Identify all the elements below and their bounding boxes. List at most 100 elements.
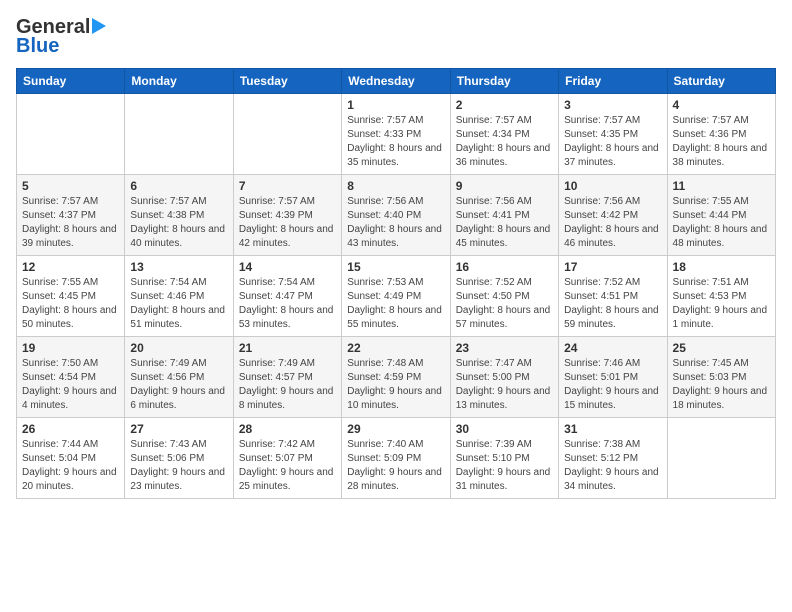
day-number: 27 [130,422,227,436]
day-number: 30 [456,422,553,436]
calendar-week-row: 19 Sunrise: 7:50 AM Sunset: 4:54 PM Dayli… [17,337,776,418]
header-saturday: Saturday [667,69,775,94]
calendar-cell: 20 Sunrise: 7:49 AM Sunset: 4:56 PM Dayli… [125,337,233,418]
day-info: Sunrise: 7:45 AM Sunset: 5:03 PM Dayligh… [673,357,770,413]
day-number: 7 [239,179,336,193]
day-info: Sunrise: 7:40 AM Sunset: 5:09 PM Dayligh… [347,438,444,494]
calendar-cell: 3 Sunrise: 7:57 AM Sunset: 4:35 PM Daylig… [559,94,667,175]
day-number: 17 [564,260,661,274]
header-sunday: Sunday [17,69,125,94]
calendar-cell: 22 Sunrise: 7:48 AM Sunset: 4:59 PM Dayli… [342,337,450,418]
day-info: Sunrise: 7:51 AM Sunset: 4:53 PM Dayligh… [673,276,770,332]
calendar-cell: 5 Sunrise: 7:57 AM Sunset: 4:37 PM Daylig… [17,175,125,256]
logo-blue: Blue [16,35,59,58]
calendar-cell: 4 Sunrise: 7:57 AM Sunset: 4:36 PM Daylig… [667,94,775,175]
calendar-cell [667,418,775,499]
day-info: Sunrise: 7:47 AM Sunset: 5:00 PM Dayligh… [456,357,553,413]
day-info: Sunrise: 7:57 AM Sunset: 4:33 PM Dayligh… [347,114,444,170]
day-info: Sunrise: 7:39 AM Sunset: 5:10 PM Dayligh… [456,438,553,494]
calendar-cell: 17 Sunrise: 7:52 AM Sunset: 4:51 PM Dayli… [559,256,667,337]
day-number: 15 [347,260,444,274]
day-number: 9 [456,179,553,193]
calendar-cell: 16Sunrise: 7:52 AM Sunset: 4:50 PM Dayli… [450,256,558,337]
calendar-week-row: 1 Sunrise: 7:57 AM Sunset: 4:33 PM Daylig… [17,94,776,175]
calendar-cell: 11 Sunrise: 7:55 AM Sunset: 4:44 PM Dayli… [667,175,775,256]
day-number: 19 [22,341,119,355]
day-number: 6 [130,179,227,193]
calendar-cell: 7 Sunrise: 7:57 AM Sunset: 4:39 PM Daylig… [233,175,341,256]
calendar-cell: 31 Sunrise: 7:38 AM Sunset: 5:12 PM Dayli… [559,418,667,499]
header-tuesday: Tuesday [233,69,341,94]
calendar-cell: 12 Sunrise: 7:55 AM Sunset: 4:45 PM Dayli… [17,256,125,337]
day-info: Sunrise: 7:50 AM Sunset: 4:54 PM Dayligh… [22,357,119,413]
day-number: 22 [347,341,444,355]
day-info: Sunrise: 7:54 AM Sunset: 4:46 PM Dayligh… [130,276,227,332]
day-info: Sunrise: 7:57 AM Sunset: 4:37 PM Dayligh… [22,195,119,251]
day-number: 29 [347,422,444,436]
day-info: Sunrise: 7:56 AM Sunset: 4:41 PM Dayligh… [456,195,553,251]
day-info: Sunrise: 7:55 AM Sunset: 4:44 PM Dayligh… [673,195,770,251]
day-info: Sunrise: 7:49 AM Sunset: 4:57 PM Dayligh… [239,357,336,413]
day-info: Sunrise: 7:57 AM Sunset: 4:35 PM Dayligh… [564,114,661,170]
calendar-cell: 30 Sunrise: 7:39 AM Sunset: 5:10 PM Dayli… [450,418,558,499]
day-info: Sunrise: 7:57 AM Sunset: 4:36 PM Dayligh… [673,114,770,170]
day-number: 2 [456,98,553,112]
calendar-cell: 29 Sunrise: 7:40 AM Sunset: 5:09 PM Dayli… [342,418,450,499]
day-number: 1 [347,98,444,112]
day-number: 5 [22,179,119,193]
day-number: 12 [22,260,119,274]
day-number: 20 [130,341,227,355]
day-info: Sunrise: 7:43 AM Sunset: 5:06 PM Dayligh… [130,438,227,494]
day-info: Sunrise: 7:42 AM Sunset: 5:07 PM Dayligh… [239,438,336,494]
page-header: General Blue [16,16,776,58]
day-info: Sunrise: 7:55 AM Sunset: 4:45 PM Dayligh… [22,276,119,332]
calendar-cell: 2Sunrise: 7:57 AM Sunset: 4:34 PM Daylig… [450,94,558,175]
day-number: 3 [564,98,661,112]
day-number: 14 [239,260,336,274]
calendar-cell: 19 Sunrise: 7:50 AM Sunset: 4:54 PM Dayli… [17,337,125,418]
calendar-cell: 27 Sunrise: 7:43 AM Sunset: 5:06 PM Dayli… [125,418,233,499]
day-number: 31 [564,422,661,436]
day-number: 18 [673,260,770,274]
calendar-cell: 6Sunrise: 7:57 AM Sunset: 4:38 PM Daylig… [125,175,233,256]
day-info: Sunrise: 7:49 AM Sunset: 4:56 PM Dayligh… [130,357,227,413]
calendar-cell: 28 Sunrise: 7:42 AM Sunset: 5:07 PM Dayli… [233,418,341,499]
calendar-cell: 1 Sunrise: 7:57 AM Sunset: 4:33 PM Daylig… [342,94,450,175]
day-info: Sunrise: 7:48 AM Sunset: 4:59 PM Dayligh… [347,357,444,413]
calendar-cell [17,94,125,175]
calendar-cell: 9 Sunrise: 7:56 AM Sunset: 4:41 PM Daylig… [450,175,558,256]
logo-arrow-icon [92,18,106,34]
calendar-cell: 26Sunrise: 7:44 AM Sunset: 5:04 PM Dayli… [17,418,125,499]
day-number: 21 [239,341,336,355]
day-number: 25 [673,341,770,355]
day-info: Sunrise: 7:54 AM Sunset: 4:47 PM Dayligh… [239,276,336,332]
header-friday: Friday [559,69,667,94]
day-number: 4 [673,98,770,112]
day-number: 28 [239,422,336,436]
day-info: Sunrise: 7:52 AM Sunset: 4:51 PM Dayligh… [564,276,661,332]
calendar-cell: 15 Sunrise: 7:53 AM Sunset: 4:49 PM Dayli… [342,256,450,337]
header-thursday: Thursday [450,69,558,94]
calendar-cell: 10Sunrise: 7:56 AM Sunset: 4:42 PM Dayli… [559,175,667,256]
day-info: Sunrise: 7:38 AM Sunset: 5:12 PM Dayligh… [564,438,661,494]
calendar-header-row: SundayMondayTuesdayWednesdayThursdayFrid… [17,69,776,94]
calendar-cell: 14 Sunrise: 7:54 AM Sunset: 4:47 PM Dayli… [233,256,341,337]
day-number: 11 [673,179,770,193]
calendar-cell: 25 Sunrise: 7:45 AM Sunset: 5:03 PM Dayli… [667,337,775,418]
day-number: 13 [130,260,227,274]
logo: General Blue [16,16,106,58]
day-info: Sunrise: 7:53 AM Sunset: 4:49 PM Dayligh… [347,276,444,332]
calendar-cell: 24 Sunrise: 7:46 AM Sunset: 5:01 PM Dayli… [559,337,667,418]
calendar-cell [125,94,233,175]
header-wednesday: Wednesday [342,69,450,94]
day-number: 8 [347,179,444,193]
calendar-week-row: 26Sunrise: 7:44 AM Sunset: 5:04 PM Dayli… [17,418,776,499]
day-info: Sunrise: 7:57 AM Sunset: 4:39 PM Dayligh… [239,195,336,251]
day-info: Sunrise: 7:46 AM Sunset: 5:01 PM Dayligh… [564,357,661,413]
calendar-cell: 8 Sunrise: 7:56 AM Sunset: 4:40 PM Daylig… [342,175,450,256]
day-number: 23 [456,341,553,355]
day-info: Sunrise: 7:52 AM Sunset: 4:50 PM Dayligh… [456,276,553,332]
day-info: Sunrise: 7:56 AM Sunset: 4:40 PM Dayligh… [347,195,444,251]
day-number: 24 [564,341,661,355]
day-info: Sunrise: 7:56 AM Sunset: 4:42 PM Dayligh… [564,195,661,251]
